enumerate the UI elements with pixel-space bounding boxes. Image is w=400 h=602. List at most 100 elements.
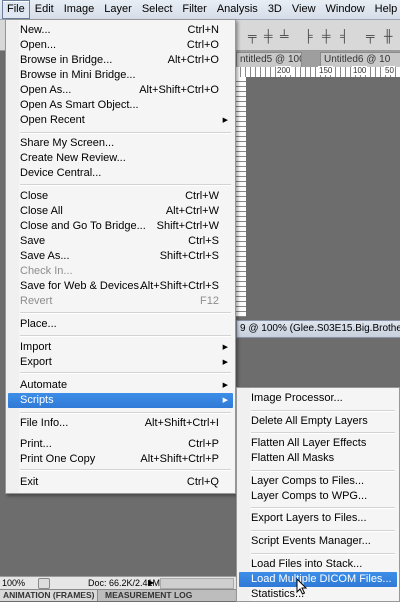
file-menu-item-print[interactable]: Print... Ctrl+P <box>8 437 233 452</box>
menu-3d[interactable]: 3D <box>263 1 287 18</box>
mouse-cursor-icon <box>296 578 308 595</box>
file-menu-item-open-as[interactable]: Open As... Alt+Shift+Ctrl+O <box>8 83 233 98</box>
file-menu-item-save-as[interactable]: Save As... Shift+Ctrl+S <box>8 249 233 264</box>
file-menu-item-close[interactable]: Close Ctrl+W <box>8 189 233 204</box>
file-menu-item-share-my-screen[interactable]: Share My Screen... <box>8 136 233 151</box>
menu-item-shortcut: Ctrl+P <box>188 438 219 450</box>
menu-item-label: Exit <box>20 476 39 488</box>
scripts-menu-item-flatten-all-layer-effects[interactable]: Flatten All Layer Effects <box>239 436 397 451</box>
menu-separator <box>251 507 395 509</box>
status-arrow-icon[interactable]: ▶ <box>148 577 154 589</box>
menu-view[interactable]: View <box>287 1 321 18</box>
scripts-menu-item-load-files-into-stack[interactable]: Load Files into Stack... <box>239 557 397 572</box>
menu-item-label: Open As Smart Object... <box>20 99 139 111</box>
zoom-level[interactable]: 100% <box>2 577 25 589</box>
menu-separator <box>251 470 395 472</box>
menu-item-shortcut: Ctrl+Q <box>186 476 219 488</box>
menu-item-shortcut: Ctrl+N <box>187 24 219 36</box>
menu-item-label: Layer Comps to Files... <box>251 475 365 487</box>
scripts-menu-item-load-multiple-dicom-files[interactable]: Load Multiple DICOM Files... <box>239 572 397 587</box>
menu-item-label: Export <box>20 356 52 368</box>
tab-animation-frames[interactable]: ANIMATION (FRAMES) <box>0 590 99 601</box>
menu-item-label: Save for Web & Devices... <box>20 280 149 292</box>
menu-separator <box>20 372 231 374</box>
file-menu-item-close-all[interactable]: Close All Alt+Ctrl+W <box>8 204 233 219</box>
menu-item-shortcut: Alt+Shift+Ctrl+I <box>144 417 219 429</box>
menu-item-label: Close and Go To Bridge... <box>20 220 146 232</box>
menu-item-label: Flatten All Layer Effects <box>251 437 367 449</box>
menu-layer[interactable]: Layer <box>99 1 137 18</box>
menu-separator <box>20 132 231 134</box>
align-bottom-icon[interactable]: ╧ <box>280 29 289 43</box>
menu-edit[interactable]: Edit <box>30 1 59 18</box>
distribute-icon[interactable]: ╤ <box>366 29 375 43</box>
file-menu-item-import[interactable]: Import ▶ <box>8 340 233 355</box>
scripts-menu-item-flatten-all-masks[interactable]: Flatten All Masks <box>239 451 397 466</box>
file-menu-item-revert[interactable]: Revert F12 <box>8 294 233 309</box>
menu-image[interactable]: Image <box>59 1 100 18</box>
scripts-menu-item-export-layers-to-files[interactable]: Export Layers to Files... <box>239 511 397 526</box>
menu-item-label: Open Recent <box>20 114 85 126</box>
scripts-menu-item-layer-comps-to-files[interactable]: Layer Comps to Files... <box>239 474 397 489</box>
menu-file[interactable]: File <box>2 0 30 19</box>
file-menu-item-open-as-smart-object[interactable]: Open As Smart Object... <box>8 98 233 113</box>
menu-filter[interactable]: Filter <box>177 1 211 18</box>
ruler-tick: 200 <box>276 66 292 75</box>
file-menu-item-exit[interactable]: Exit Ctrl+Q <box>8 475 233 490</box>
align-top-icon[interactable]: ╤ <box>248 29 257 43</box>
document-tabs: ntitled5 @ 100... Untitled6 @ 10 <box>236 51 400 68</box>
menu-separator <box>251 410 395 412</box>
file-menu-item-device-central[interactable]: Device Central... <box>8 166 233 181</box>
file-menu-item-browse-in-mini-bridge[interactable]: Browse in Mini Bridge... <box>8 68 233 83</box>
menu-item-label: Script Events Manager... <box>251 535 371 547</box>
file-menu-item-scripts[interactable]: Scripts ▶ <box>8 393 233 408</box>
align-right-icon[interactable]: ╡ <box>340 29 349 43</box>
file-menu-item-place[interactable]: Place... <box>8 317 233 332</box>
menu-item-label: Export Layers to Files... <box>251 512 367 524</box>
menu-analysis[interactable]: Analysis <box>212 1 263 18</box>
canvas-area[interactable] <box>246 77 400 317</box>
file-menu-item-close-and-go-to-bridge[interactable]: Close and Go To Bridge... Shift+Ctrl+W <box>8 219 233 234</box>
file-menu-item-check-in[interactable]: Check In... <box>8 264 233 279</box>
align-center-icon[interactable]: ╪ <box>322 29 331 43</box>
file-menu-item-file-info[interactable]: File Info... Alt+Shift+Ctrl+I <box>8 416 233 431</box>
file-menu-item-browse-in-bridge[interactable]: Browse in Bridge... Alt+Ctrl+O <box>8 53 233 68</box>
panel-tabs: ANIMATION (FRAMES) MEASUREMENT LOG <box>0 589 236 601</box>
distribute-2-icon[interactable]: ╫ <box>384 29 393 43</box>
menu-window[interactable]: Window <box>321 1 370 18</box>
tab-measurement-log[interactable]: MEASUREMENT LOG <box>102 590 195 601</box>
menu-separator <box>20 335 231 337</box>
file-menu-item-new[interactable]: New... Ctrl+N <box>8 23 233 38</box>
menu-separator <box>20 184 231 186</box>
file-menu-item-open[interactable]: Open... Ctrl+O <box>8 38 233 53</box>
menu-separator <box>251 553 395 555</box>
menu-item-shortcut: Alt+Ctrl+O <box>167 54 219 66</box>
menu-item-label: Open As... <box>20 84 72 96</box>
submenu-arrow-icon: ▶ <box>222 397 228 404</box>
document-window-title[interactable]: 9 @ 100% (Glee.S03E15.Big.Brother.72 <box>236 320 400 338</box>
scripts-menu-item-image-processor[interactable]: Image Processor... <box>239 391 397 406</box>
file-menu-item-save[interactable]: Save Ctrl+S <box>8 234 233 249</box>
menu-item-label: Place... <box>20 318 57 330</box>
scripts-menu-item-delete-all-empty-layers[interactable]: Delete All Empty Layers <box>239 414 397 429</box>
status-icon <box>38 578 50 589</box>
menu-select[interactable]: Select <box>137 1 178 18</box>
file-menu-item-open-recent[interactable]: Open Recent ▶ <box>8 113 233 128</box>
file-menu-item-save-for-web-devices[interactable]: Save for Web & Devices... Alt+Shift+Ctrl+… <box>8 279 233 294</box>
menu-separator <box>20 312 231 314</box>
file-menu-item-print-one-copy[interactable]: Print One Copy Alt+Shift+Ctrl+P <box>8 452 233 467</box>
scripts-menu-item-layer-comps-to-wpg[interactable]: Layer Comps to WPG... <box>239 489 397 504</box>
align-left-icon[interactable]: ╞ <box>304 29 313 43</box>
horizontal-scrollbar[interactable] <box>160 578 234 589</box>
file-menu-item-export[interactable]: Export ▶ <box>8 355 233 370</box>
scripts-menu-item-script-events-manager[interactable]: Script Events Manager... <box>239 534 397 549</box>
menu-item-label: Create New Review... <box>20 152 126 164</box>
file-menu-item-create-new-review[interactable]: Create New Review... <box>8 151 233 166</box>
menu-item-shortcut: Shift+Ctrl+S <box>159 250 219 262</box>
align-middle-icon[interactable]: ╪ <box>264 29 273 43</box>
menu-help[interactable]: Help <box>370 1 400 18</box>
file-menu-item-automate[interactable]: Automate ▶ <box>8 378 233 393</box>
menu-item-shortcut: Ctrl+O <box>186 39 219 51</box>
menu-item-label: Layer Comps to WPG... <box>251 490 368 502</box>
ruler-labels: 200 150 100 50 <box>236 66 400 76</box>
